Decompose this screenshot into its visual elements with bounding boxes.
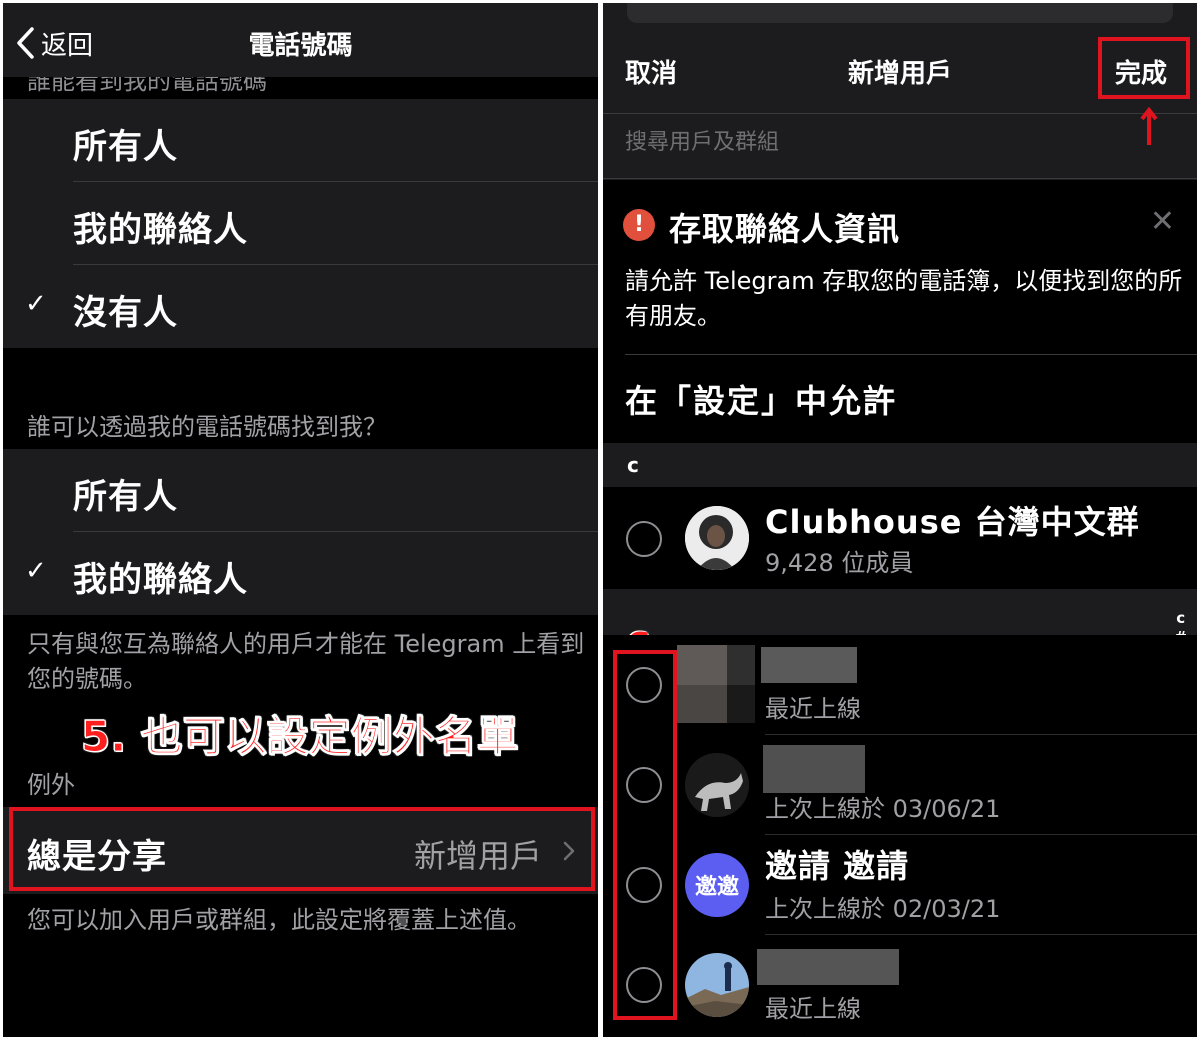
group-row[interactable]: Clubhouse 台灣中文群 9,428 位成員 bbox=[603, 487, 1197, 587]
close-icon[interactable]: ✕ bbox=[1150, 204, 1175, 239]
avatar-initials: 邀邀 bbox=[694, 875, 739, 900]
contact-avatar bbox=[685, 953, 749, 1017]
section-header-c: c bbox=[603, 443, 1197, 487]
select-radio[interactable] bbox=[626, 521, 662, 557]
option-nobody[interactable]: ✓ 沒有人 bbox=[3, 265, 598, 348]
option-label: 所有人 bbox=[73, 477, 178, 517]
index-letter-c[interactable]: c bbox=[1174, 609, 1187, 628]
redacted-name bbox=[763, 745, 865, 793]
add-users-sheet: 取消 新增用戶 完成 ! 存取聯絡人資訊 ✕ 請允許 Telegram 存取您的… bbox=[603, 25, 1197, 1037]
find-options: 所有人 ✓ 我的聯絡人 bbox=[3, 449, 598, 615]
option-my-contacts[interactable]: 我的聯絡人 bbox=[3, 182, 598, 265]
divider bbox=[625, 354, 1197, 355]
exceptions-footer: 您可以加入用戶或群組，此設定將覆蓋上述值。 bbox=[27, 906, 531, 934]
annotation-step-5: 5. 也可以設定例外名單 bbox=[81, 712, 520, 762]
permission-title: 存取聯絡人資訊 bbox=[669, 210, 901, 248]
highlight-box bbox=[613, 650, 677, 1020]
landscape-photo-icon bbox=[685, 953, 749, 1017]
checkmark-icon: ✓ bbox=[25, 556, 47, 586]
add-users-panel: 取消 新增用戶 完成 ! 存取聯絡人資訊 ✕ 請允許 Telegram 存取您的… bbox=[603, 3, 1197, 1037]
option-label: 我的聯絡人 bbox=[73, 210, 248, 250]
allow-in-settings-button[interactable]: 在「設定」中允許 bbox=[625, 376, 897, 422]
option-label: 我的聯絡人 bbox=[73, 560, 248, 600]
visibility-options: 所有人 我的聯絡人 ✓ 沒有人 bbox=[3, 99, 598, 348]
highlight-box bbox=[1098, 37, 1190, 99]
contact-row[interactable]: 最近上線 bbox=[603, 635, 1197, 735]
background-sheet bbox=[627, 3, 1173, 23]
contact-status: 上次上線於 03/06/21 bbox=[765, 795, 1001, 823]
checkmark-icon: ✓ bbox=[25, 289, 47, 319]
redacted-name bbox=[757, 949, 899, 985]
exceptions-header: 例外 bbox=[27, 771, 75, 799]
contact-status: 上次上線於 02/03/21 bbox=[765, 895, 1001, 923]
group-members: 9,428 位成員 bbox=[765, 549, 914, 577]
initials-avatar: 邀邀 bbox=[685, 853, 749, 917]
contact-name: 邀請 邀請 bbox=[765, 847, 910, 885]
contact-status: 最近上線 bbox=[765, 695, 861, 723]
contact-row[interactable]: 邀邀 邀請 邀請 上次上線於 02/03/21 bbox=[603, 835, 1197, 935]
find-me-header: 誰可以透過我的電話號碼找到我？ bbox=[27, 413, 387, 441]
contacts-permission-card: ! 存取聯絡人資訊 ✕ 請允許 Telegram 存取您的電話簿，以便找到您的所… bbox=[603, 180, 1197, 443]
privacy-phone-panel: 誰能看到我的電話號碼 返回 電話號碼 所有人 我的聯絡人 ✓ 沒有人 誰可以透過… bbox=[3, 3, 598, 1037]
arrow-up-icon bbox=[1140, 107, 1158, 145]
nav-bar: 返回 電話號碼 bbox=[3, 3, 598, 77]
search-input[interactable] bbox=[625, 130, 1105, 155]
person-photo-icon bbox=[685, 506, 749, 570]
find-footer: 只有與您互為聯絡人的用戶才能在 Telegram 上看到您的號碼。 bbox=[27, 630, 585, 693]
group-avatar bbox=[685, 506, 749, 570]
highlight-box bbox=[9, 807, 595, 891]
warning-icon: ! bbox=[623, 209, 655, 241]
page-title: 電話號碼 bbox=[248, 31, 353, 61]
redacted-name bbox=[761, 647, 857, 683]
cat-photo-icon bbox=[685, 753, 749, 817]
contact-row[interactable]: 上次上線於 03/06/21 bbox=[603, 735, 1197, 835]
find-option-everybody[interactable]: 所有人 bbox=[3, 449, 598, 532]
contact-row[interactable]: 最近上線 bbox=[603, 935, 1197, 1035]
section-header-contacts bbox=[603, 589, 1197, 635]
permission-text: 請允許 Telegram 存取您的電話簿，以便找到您的所有朋友。 bbox=[625, 267, 1183, 330]
option-label: 沒有人 bbox=[73, 293, 178, 333]
search-bar bbox=[603, 113, 1197, 179]
option-label: 所有人 bbox=[73, 127, 178, 167]
group-name: Clubhouse 台灣中文群 bbox=[765, 503, 1140, 541]
option-everybody[interactable]: 所有人 bbox=[3, 99, 598, 182]
pixelated-avatar bbox=[677, 645, 755, 723]
contact-status: 最近上線 bbox=[765, 995, 861, 1023]
find-option-my-contacts[interactable]: ✓ 我的聯絡人 bbox=[3, 532, 598, 615]
contact-avatar bbox=[685, 753, 749, 817]
section-letter: c bbox=[627, 453, 639, 477]
